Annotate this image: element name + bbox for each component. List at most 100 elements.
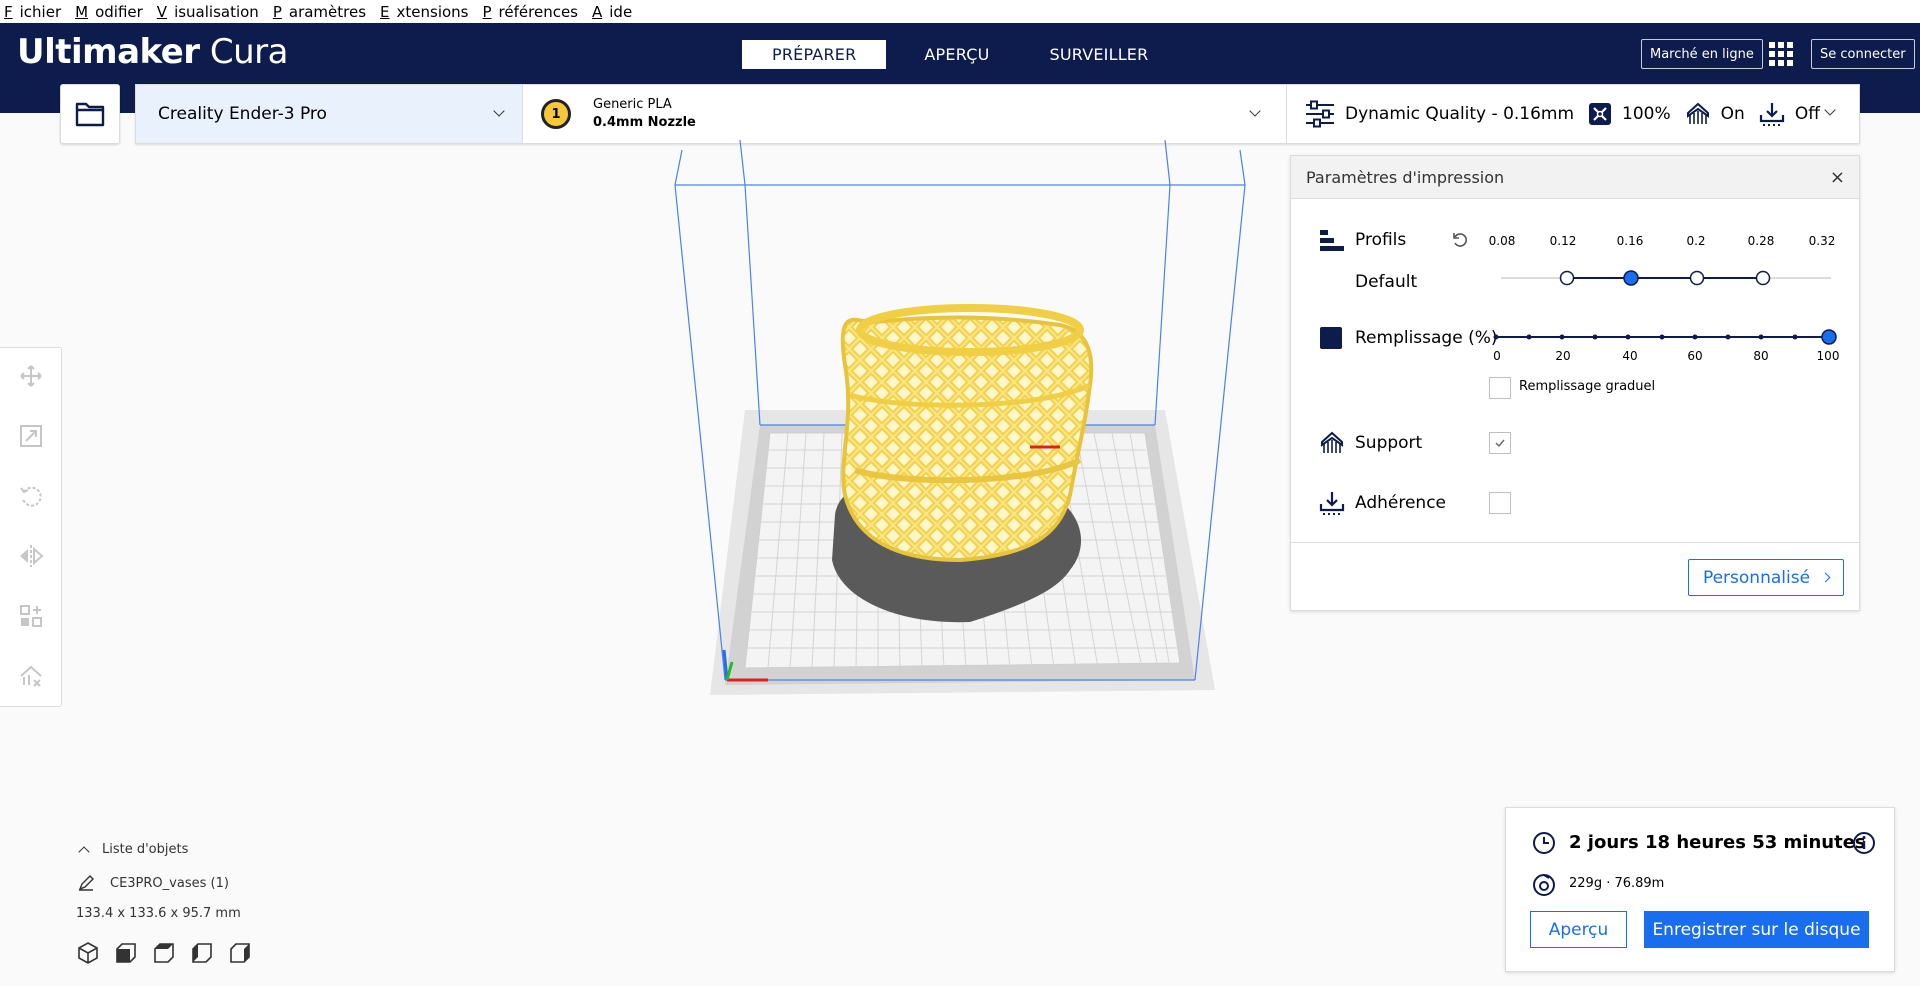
- clock-icon: [1533, 832, 1555, 854]
- support-icon: [1686, 102, 1709, 124]
- mirror-tool-icon[interactable]: [18, 543, 44, 569]
- adhesion-icon: [1319, 492, 1345, 515]
- info-icon[interactable]: [1852, 831, 1876, 855]
- layer-height-slider[interactable]: [1501, 266, 1831, 290]
- print-settings-panel: Paramètres d'impression × Profils Defaul…: [1290, 155, 1860, 611]
- chevron-up-icon: [78, 845, 90, 858]
- menu-edit[interactable]: Modifier: [75, 3, 150, 21]
- object-list-item[interactable]: CE3PRO_vases (1): [76, 875, 252, 891]
- apps-grid-icon[interactable]: [1769, 42, 1793, 66]
- tab-prepare[interactable]: PRÉPARER: [742, 40, 887, 69]
- print-time: 2 jours 18 heures 53 minutes: [1569, 832, 1866, 853]
- layer-height-tick: 0.08: [1488, 234, 1516, 248]
- reset-icon[interactable]: [1451, 231, 1469, 249]
- material-name: Generic PLA: [593, 97, 672, 112]
- open-file-button[interactable]: [60, 84, 120, 144]
- sign-in-button[interactable]: Se connecter: [1811, 39, 1915, 69]
- folder-icon: [75, 102, 105, 127]
- sliders-icon: [1306, 100, 1334, 128]
- build-plate-viewport[interactable]: [640, 140, 1260, 700]
- marketplace-button[interactable]: Marché en ligne: [1641, 39, 1763, 69]
- adhesion-checkbox[interactable]: [1489, 492, 1511, 514]
- checkmark-icon: [1495, 439, 1505, 448]
- adhesion-label: Adhérence: [1355, 493, 1447, 513]
- layer-height-tick: 0.16: [1616, 234, 1644, 248]
- object-list: Liste d'objets CE3PRO_vases (1) 133.4 x …: [76, 842, 252, 965]
- chevron-down-icon: [493, 105, 505, 117]
- stage-tabs: PRÉPARER APERÇU SURVEILLER: [742, 40, 1178, 69]
- profile-name: Default: [1355, 272, 1418, 292]
- menu-settings[interactable]: Paramètres: [273, 3, 373, 21]
- close-icon[interactable]: ×: [1830, 167, 1845, 188]
- gradual-infill-checkbox[interactable]: [1489, 377, 1511, 399]
- layer-height-tick: 0.32: [1808, 234, 1836, 248]
- panel-title: Paramètres d'impression: [1306, 167, 1505, 187]
- object-name: CE3PRO_vases (1): [110, 875, 229, 891]
- infill-tick: 100: [1816, 349, 1840, 363]
- support-checkbox[interactable]: [1489, 432, 1511, 454]
- support-label: Support: [1355, 433, 1423, 453]
- menu-extensions[interactable]: Extensions: [380, 3, 475, 21]
- menu-bar: Fichier Modifier Visualisation Paramètre…: [0, 0, 1920, 23]
- infill-icon: [1320, 327, 1342, 349]
- tab-monitor[interactable]: SURVEILLER: [1020, 40, 1179, 69]
- scale-tool-icon[interactable]: [18, 423, 44, 449]
- top-view-icon[interactable]: [152, 941, 176, 965]
- menu-help[interactable]: Aide: [592, 3, 639, 21]
- infill-label: Remplissage (%): [1355, 328, 1498, 348]
- 3d-view-icon[interactable]: [76, 941, 100, 965]
- object-list-header: Liste d'objets: [102, 842, 189, 857]
- preview-button[interactable]: Aperçu: [1530, 911, 1627, 948]
- layer-height-tick: 0.12: [1549, 234, 1577, 248]
- save-to-disk-button[interactable]: Enregistrer sur le disque: [1644, 911, 1869, 948]
- per-model-settings-icon[interactable]: [18, 603, 44, 629]
- quality-profile: Dynamic Quality - 0.16mm: [1345, 104, 1575, 124]
- panel-footer: [1291, 542, 1859, 543]
- chevron-down-icon: [1824, 104, 1836, 116]
- menu-preferences[interactable]: Préférences: [483, 3, 586, 21]
- tab-preview[interactable]: APERÇU: [894, 40, 1019, 69]
- infill-icon: [1589, 103, 1612, 125]
- custom-settings-button[interactable]: Personnalisé: [1688, 559, 1844, 596]
- object-list-toggle[interactable]: Liste d'objets: [76, 842, 252, 858]
- left-view-icon[interactable]: [190, 941, 214, 965]
- material-selector[interactable]: 1 Generic PLA 0.4mm Nozzle: [522, 85, 1287, 143]
- printer-selector[interactable]: Creality Ender-3 Pro: [136, 85, 522, 143]
- pencil-icon: [78, 875, 94, 891]
- print-settings-summary[interactable]: Dynamic Quality - 0.16mm 100% On Off: [1287, 85, 1859, 143]
- infill-tick: 40: [1622, 349, 1638, 363]
- rotate-tool-icon[interactable]: [18, 483, 44, 509]
- layer-height-tick: 0.28: [1747, 234, 1775, 248]
- object-dimensions: 133.4 x 133.6 x 95.7 mm: [76, 906, 241, 921]
- view-orientation-buttons: [76, 941, 252, 965]
- printer-name: Creality Ender-3 Pro: [158, 104, 327, 124]
- front-view-icon[interactable]: [114, 941, 138, 965]
- support-value: On: [1720, 104, 1745, 124]
- infill-tick: 80: [1753, 349, 1769, 363]
- main-toolbar: Creality Ender-3 Pro 1 Generic PLA 0.4mm…: [135, 84, 1860, 144]
- chevron-right-icon: [1820, 572, 1831, 583]
- infill-tick: 0: [1493, 349, 1501, 363]
- gradual-infill-label: Remplissage graduel: [1519, 379, 1656, 394]
- extruder-badge: 1: [541, 99, 571, 129]
- infill-tick: 20: [1555, 349, 1571, 363]
- infill-value: 100%: [1622, 104, 1671, 124]
- chevron-down-icon: [1249, 105, 1261, 117]
- profiles-icon: [1320, 230, 1344, 251]
- app-logo: Ultimaker Cura: [17, 32, 289, 72]
- support-icon: [1321, 431, 1343, 453]
- adhesion-icon: [1759, 103, 1784, 126]
- nozzle-size: 0.4mm Nozzle: [593, 115, 696, 130]
- menu-view[interactable]: Visualisation: [157, 3, 266, 21]
- layer-height-tick: 0.2: [1686, 234, 1706, 248]
- vase-model[interactable]: [840, 304, 1094, 563]
- support-blocker-icon[interactable]: [18, 663, 44, 689]
- right-view-icon[interactable]: [228, 941, 252, 965]
- infill-slider[interactable]: [1491, 325, 1841, 349]
- tool-panel: [0, 347, 62, 707]
- move-tool-icon[interactable]: [18, 363, 44, 389]
- spool-icon: [1533, 874, 1555, 896]
- profiles-label: Profils: [1355, 230, 1407, 250]
- menu-file[interactable]: Fichier: [4, 3, 68, 21]
- material-usage: 229g · 76.89m: [1569, 876, 1665, 891]
